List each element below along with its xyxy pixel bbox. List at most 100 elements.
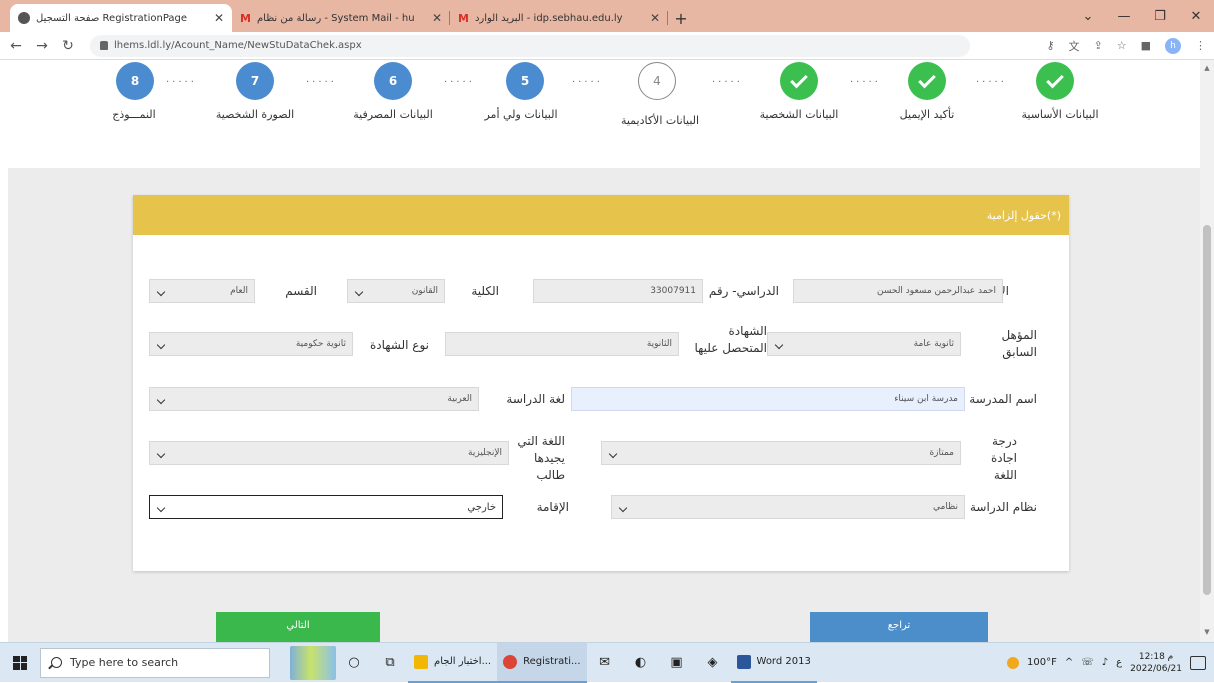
school-name-label: اسم المدرسة bbox=[969, 392, 1037, 406]
clock[interactable]: 12:18 م 2022/06/21 bbox=[1130, 651, 1182, 675]
back-icon[interactable]: ← bbox=[8, 38, 24, 54]
browser-tab-strip: صفحة التسجيل RegistrationPage ✕ M رسالة … bbox=[0, 0, 1214, 32]
windows-icon bbox=[13, 655, 27, 670]
vertical-scrollbar[interactable]: ▲ ▼ bbox=[1200, 60, 1214, 642]
name-field[interactable]: احمد عبدالرحمن مسعود الحسن bbox=[793, 279, 1003, 303]
step-6-circle[interactable]: 6 bbox=[374, 62, 412, 100]
certificate-type-label: نوع الشهادة bbox=[369, 338, 429, 352]
search-placeholder: Type here to search bbox=[70, 656, 179, 669]
url-input[interactable]: lhems.ldl.ly/Acount_Name/NewStuDataChek.… bbox=[90, 34, 970, 57]
star-icon[interactable]: ☆ bbox=[1117, 39, 1127, 52]
language-level-label: درجة اجادة اللغة bbox=[990, 434, 1017, 482]
step-3-label: البيانات الشخصية bbox=[759, 108, 839, 121]
app-icon[interactable]: ◈ bbox=[695, 643, 731, 683]
clock-time: 12:18 م bbox=[1138, 651, 1174, 662]
step-1-circle[interactable] bbox=[1036, 62, 1074, 100]
language-indicator[interactable]: ع bbox=[1116, 657, 1122, 668]
scroll-down-icon[interactable]: ▼ bbox=[1200, 628, 1214, 636]
task-view-icon[interactable]: ⧉ bbox=[372, 643, 408, 683]
gmail-icon: M bbox=[458, 11, 469, 25]
forward-icon[interactable]: → bbox=[34, 38, 50, 54]
study-system-select[interactable]: نظامي bbox=[611, 495, 965, 519]
step-4-circle[interactable]: 4 bbox=[638, 62, 676, 100]
temperature-text: 100°F bbox=[1027, 657, 1057, 668]
step-connector: ..... bbox=[976, 74, 1007, 85]
translate-icon[interactable]: 文 bbox=[1069, 38, 1080, 54]
new-tab-button[interactable]: + bbox=[668, 4, 694, 32]
store-icon[interactable]: ▣ bbox=[659, 643, 695, 683]
chevron-up-icon[interactable]: ^ bbox=[1065, 657, 1073, 668]
volume-icon[interactable]: ♪ bbox=[1102, 657, 1108, 668]
tab-system-mail[interactable]: M رسالة من نظام - System Mail - hu ✕ bbox=[232, 4, 450, 32]
tab-title: البريد الوارد - idp.sebhau.edu.ly bbox=[474, 12, 623, 24]
step-8-circle[interactable]: 8 bbox=[116, 62, 154, 100]
folder-icon bbox=[414, 654, 428, 669]
avatar[interactable]: h bbox=[1165, 37, 1181, 54]
tab-inbox[interactable]: M البريد الوارد - idp.sebhau.edu.ly ✕ bbox=[450, 4, 668, 32]
chevron-down-icon[interactable]: ⌄ bbox=[1070, 9, 1106, 24]
study-language-select[interactable]: العربية bbox=[149, 387, 479, 411]
taskbar-search-input[interactable]: Type here to search bbox=[40, 647, 270, 678]
taskbar-app-word[interactable]: Word 2013 bbox=[730, 643, 817, 683]
residence-label: الإقامة bbox=[536, 500, 569, 514]
close-icon[interactable]: ✕ bbox=[432, 11, 442, 25]
tab-registration[interactable]: صفحة التسجيل RegistrationPage ✕ bbox=[10, 4, 232, 32]
share-icon[interactable]: ⇪ bbox=[1094, 39, 1103, 52]
study-system-label: نظام الدراسة bbox=[970, 500, 1037, 514]
student-number-field[interactable]: 33007911 bbox=[533, 279, 703, 303]
step-7-label: الصورة الشخصية bbox=[215, 108, 295, 121]
step-7-circle[interactable]: 7 bbox=[236, 62, 274, 100]
globe-icon bbox=[18, 12, 30, 24]
mail-icon[interactable]: ✉ bbox=[587, 643, 623, 683]
sidebar-icon[interactable]: ■ bbox=[1141, 39, 1151, 52]
scroll-up-icon[interactable]: ▲ bbox=[1200, 64, 1214, 72]
registration-stepper: 8 النمـــوذج ..... 7 الصورة الشخصية ....… bbox=[0, 60, 1200, 170]
start-button[interactable] bbox=[0, 643, 40, 683]
window-controls: ⌄ — ❐ ✕ bbox=[1070, 0, 1214, 32]
step-connector: ..... bbox=[166, 74, 197, 85]
reload-icon[interactable]: ↻ bbox=[60, 38, 76, 54]
certificate-type-select[interactable]: ثانوية حكومية bbox=[149, 332, 353, 356]
scroll-thumb[interactable] bbox=[1203, 225, 1211, 595]
prev-qualification-select[interactable]: ثانوية عامة bbox=[767, 332, 961, 356]
weather-icon[interactable] bbox=[1007, 656, 1020, 669]
student-number-label: الدراسي- رقم bbox=[708, 284, 779, 298]
department-select[interactable]: العام bbox=[149, 279, 255, 303]
restore-icon[interactable]: ❐ bbox=[1142, 9, 1178, 24]
close-icon[interactable]: ✕ bbox=[650, 11, 660, 25]
windows-taskbar: Type here to search ○ ⧉ اختبار الجام... … bbox=[0, 642, 1214, 683]
news-widget-thumbnail[interactable] bbox=[290, 645, 336, 680]
taskbar-app-label: Word 2013 bbox=[756, 656, 811, 667]
step-4-label: البيانات الأكاديمية bbox=[620, 114, 700, 127]
taskbar-app-chrome[interactable]: Registrati... bbox=[497, 642, 587, 683]
foreign-language-select[interactable]: الإنجليزية bbox=[149, 441, 509, 465]
step-5-circle[interactable]: 5 bbox=[506, 62, 544, 100]
network-icon[interactable]: ☏ bbox=[1081, 657, 1094, 668]
gmail-icon: M bbox=[240, 11, 251, 25]
key-icon[interactable]: ⚷ bbox=[1046, 39, 1054, 52]
faculty-select[interactable]: القانون bbox=[347, 279, 445, 303]
language-level-select[interactable]: ممتازة bbox=[601, 441, 961, 465]
lock-icon bbox=[100, 41, 108, 50]
edge-icon[interactable]: ◐ bbox=[623, 643, 659, 683]
minimize-icon[interactable]: — bbox=[1106, 9, 1142, 24]
menu-icon[interactable]: ⋮ bbox=[1195, 39, 1206, 52]
residence-select[interactable]: خارجي bbox=[149, 495, 503, 519]
step-3-circle[interactable] bbox=[780, 62, 818, 100]
step-6-label: البيانات المصرفية bbox=[353, 108, 433, 121]
clock-date: 2022/06/21 bbox=[1130, 663, 1182, 674]
step-connector: ..... bbox=[850, 74, 881, 85]
search-icon bbox=[51, 657, 62, 668]
cortana-icon[interactable]: ○ bbox=[336, 643, 372, 683]
study-language-label: لغة الدراسة bbox=[506, 392, 565, 406]
notification-icon[interactable] bbox=[1190, 655, 1206, 670]
certificate-field[interactable]: الثانوية bbox=[445, 332, 679, 356]
close-icon[interactable]: ✕ bbox=[1178, 9, 1214, 24]
school-name-field[interactable]: مدرسة ابن سيناء bbox=[571, 387, 965, 411]
step-2-circle[interactable] bbox=[908, 62, 946, 100]
chrome-icon bbox=[503, 654, 518, 669]
taskbar-app-explorer[interactable]: اختبار الجام... bbox=[408, 643, 498, 683]
close-icon[interactable]: ✕ bbox=[214, 11, 224, 25]
step-8-label: النمـــوذج bbox=[112, 108, 156, 121]
step-5-label: البيانات ولي أمر bbox=[484, 108, 558, 121]
